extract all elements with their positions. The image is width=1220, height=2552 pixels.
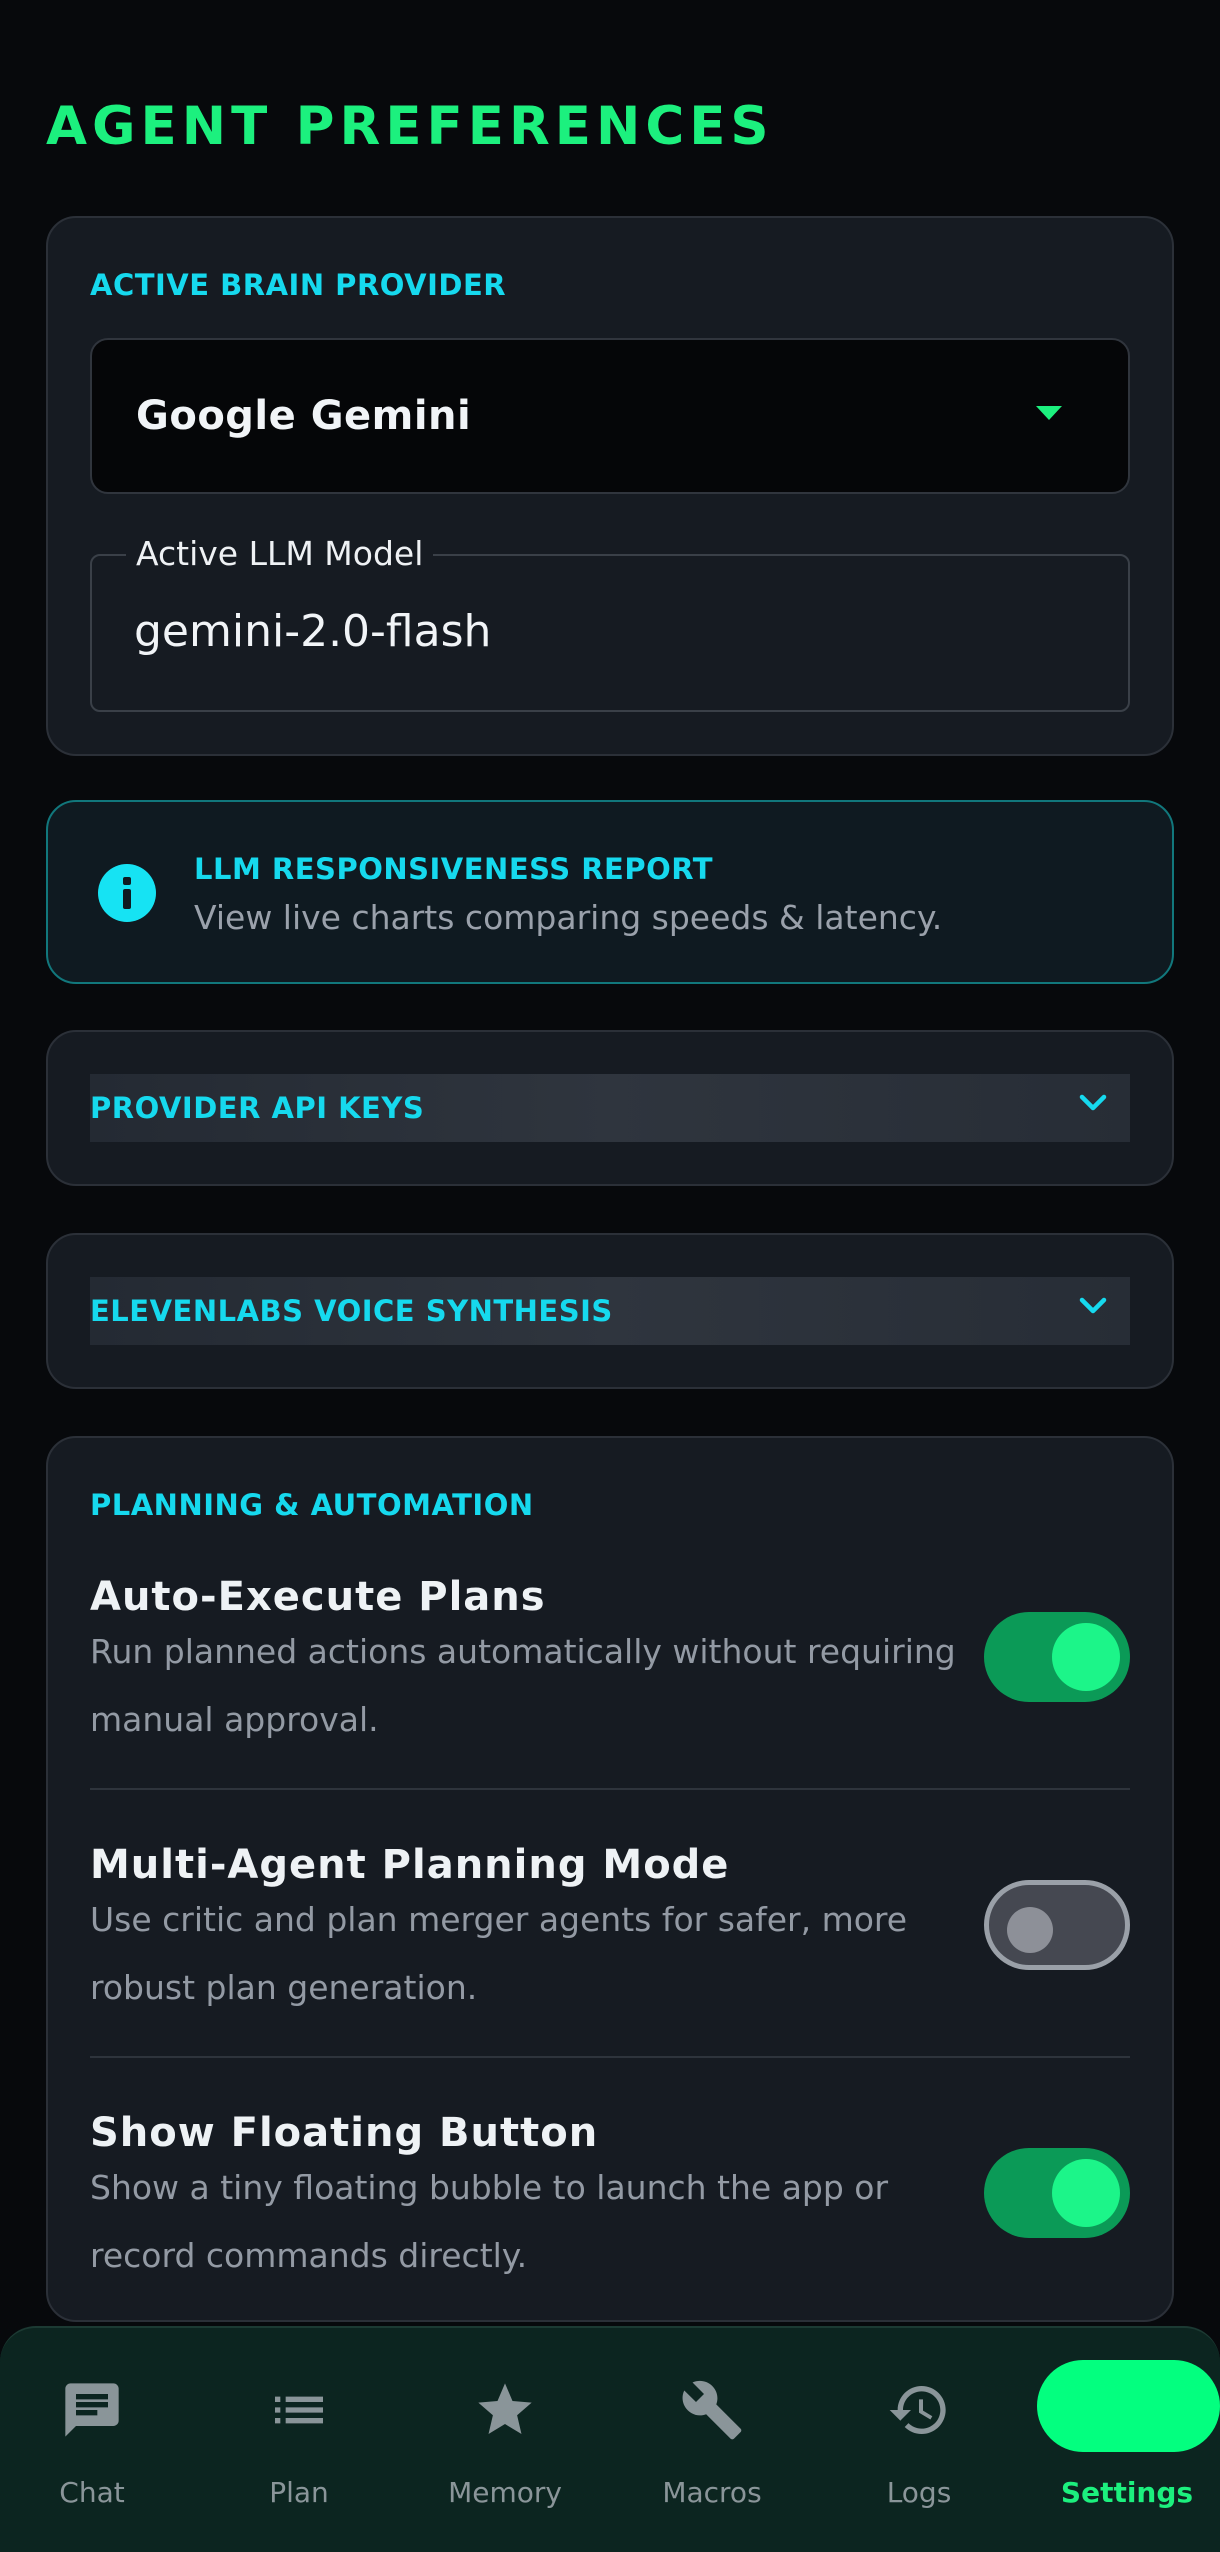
setting-title-floating-button: Show Floating Button: [90, 2110, 599, 2156]
report-title: LLM RESPONSIVENESS REPORT: [194, 852, 714, 886]
divider: [90, 2056, 1130, 2058]
star-icon: [478, 2383, 532, 2434]
nav-item-macros[interactable]: Macros: [612, 2328, 812, 2552]
nav-item-chat[interactable]: Chat: [0, 2328, 192, 2552]
model-value: gemini-2.0-flash: [134, 606, 492, 657]
toggle-knob: [1007, 1907, 1053, 1953]
provider-value: Google Gemini: [136, 393, 472, 439]
setting-title-auto-execute: Auto-Execute Plans: [90, 1574, 546, 1620]
api-keys-header[interactable]: PROVIDER API KEYS: [90, 1074, 1130, 1142]
voice-synthesis-card: ELEVENLABS VOICE SYNTHESIS: [46, 1233, 1174, 1389]
wrench-icon: [682, 2380, 742, 2440]
chevron-down-icon: [1079, 1094, 1107, 1111]
llm-report-card[interactable]: LLM RESPONSIVENESS REPORT View live char…: [46, 800, 1174, 984]
nav-label-logs: Logs: [886, 2476, 952, 2509]
page-title: AGENT PREFERENCES: [46, 96, 774, 157]
multi-agent-toggle[interactable]: [984, 1880, 1130, 1970]
nav-item-settings[interactable]: Settings: [1027, 2328, 1220, 2552]
nav-label-macros: Macros: [662, 2476, 762, 2509]
api-keys-card: PROVIDER API KEYS: [46, 1030, 1174, 1186]
list-icon: [275, 2396, 323, 2424]
nav-item-memory[interactable]: Memory: [405, 2328, 605, 2552]
brain-provider-card: ACTIVE BRAIN PROVIDER Google Gemini Acti…: [46, 216, 1174, 756]
planning-automation-card: PLANNING & AUTOMATION Auto-Execute Plans…: [46, 1436, 1174, 2322]
report-description: View live charts comparing speeds & late…: [194, 898, 943, 937]
info-icon: [98, 864, 156, 922]
history-icon: [889, 2386, 946, 2434]
setting-title-multi-agent: Multi-Agent Planning Mode: [90, 1842, 730, 1888]
nav-label-memory: Memory: [448, 2476, 562, 2509]
toggle-knob: [1052, 2159, 1120, 2227]
setting-desc-multi-agent: Use critic and plan merger agents for sa…: [90, 1900, 908, 2007]
nav-label-settings: Settings: [1060, 2476, 1194, 2509]
model-field-label: Active LLM Model: [126, 534, 434, 573]
bottom-navigation: Chat Plan Memory Macros Logs Settings: [0, 2326, 1220, 2552]
model-input[interactable]: Active LLM Model gemini-2.0-flash: [90, 534, 1130, 712]
planning-automation-label: PLANNING & AUTOMATION: [90, 1488, 534, 1522]
setting-desc-auto-execute: Run planned actions automatically withou…: [90, 1632, 956, 1739]
floating-button-toggle[interactable]: [984, 2148, 1130, 2238]
chat-icon: [65, 2383, 119, 2437]
nav-label-plan: Plan: [269, 2476, 329, 2509]
nav-label-chat: Chat: [59, 2476, 125, 2509]
nav-item-logs[interactable]: Logs: [819, 2328, 1019, 2552]
dropdown-arrow-icon: [1036, 406, 1062, 420]
auto-execute-toggle[interactable]: [984, 1612, 1130, 1702]
voice-synthesis-header[interactable]: ELEVENLABS VOICE SYNTHESIS: [90, 1277, 1130, 1345]
divider: [90, 1788, 1130, 1790]
brain-provider-label: ACTIVE BRAIN PROVIDER: [90, 268, 507, 302]
nav-item-plan[interactable]: Plan: [199, 2328, 399, 2552]
setting-desc-floating-button: Show a tiny floating bubble to launch th…: [90, 2168, 889, 2275]
voice-synthesis-title: ELEVENLABS VOICE SYNTHESIS: [90, 1294, 613, 1328]
toggle-knob: [1052, 1623, 1120, 1691]
api-keys-title: PROVIDER API KEYS: [90, 1091, 425, 1125]
provider-dropdown[interactable]: Google Gemini: [90, 338, 1130, 494]
chevron-down-icon: [1079, 1297, 1107, 1314]
